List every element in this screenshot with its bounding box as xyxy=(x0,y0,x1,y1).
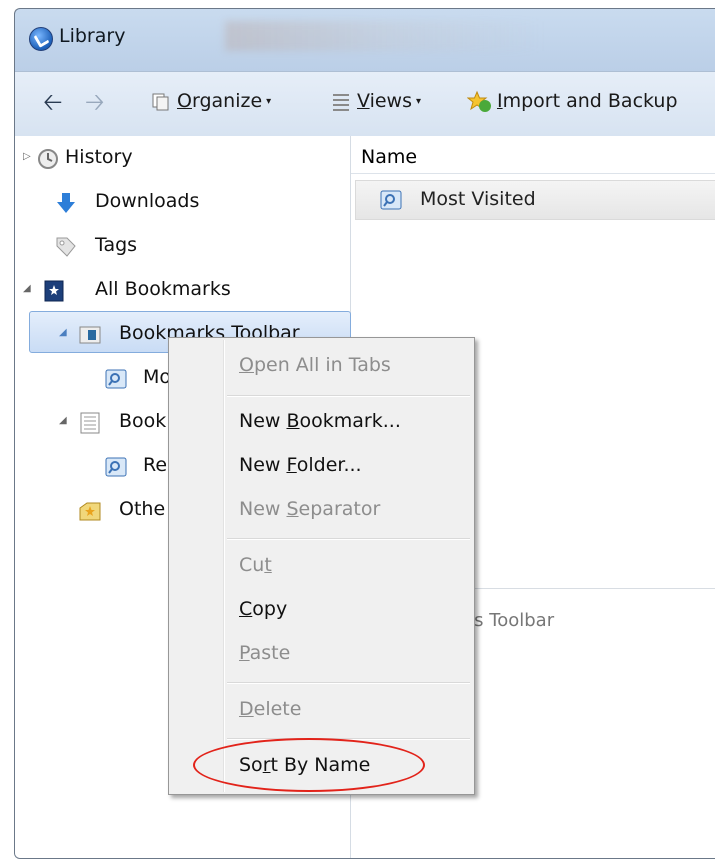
menu-label-key: S xyxy=(286,498,299,520)
back-arrow-icon[interactable]: 🡠 xyxy=(43,90,62,114)
menu-label-pre: New xyxy=(239,498,287,520)
forward-arrow-icon[interactable]: 🡢 xyxy=(85,90,104,114)
views-label: Views xyxy=(357,90,413,112)
toolbar: 🡠 🡢 Organize ▾ Views ▾ Import and Backup xyxy=(15,71,715,137)
sidebar-item-label: History xyxy=(65,146,133,168)
menu-label-key: D xyxy=(239,698,254,720)
bookmarks-icon xyxy=(44,280,64,302)
sidebar-item-label: Re xyxy=(143,454,168,476)
context-menu: Open All in Tabs New Bookmark... New Fol… xyxy=(168,337,475,795)
menu-item-new-folder[interactable]: New Folder... xyxy=(239,454,362,476)
views-icon xyxy=(333,94,349,111)
smart-folder-icon xyxy=(105,369,127,389)
collapse-arrow-icon[interactable]: ◢ xyxy=(23,283,31,294)
annotation-highlight-oval xyxy=(193,738,425,792)
blurred-title-region xyxy=(225,21,545,51)
import-backup-icon xyxy=(467,90,491,112)
menu-label-post: older... xyxy=(296,454,362,476)
other-bookmarks-icon xyxy=(79,502,101,521)
menu-label-post: ookmark... xyxy=(299,410,401,432)
views-dropdown-icon: ▾ xyxy=(416,96,422,107)
views-menu-button[interactable]: Views ▾ xyxy=(357,90,421,112)
sidebar-item-label: Mo xyxy=(143,366,172,388)
column-header-label: Name xyxy=(361,146,418,168)
collapse-arrow-icon[interactable]: ◢ xyxy=(59,327,67,338)
menu-label-key: t xyxy=(264,554,272,576)
menu-label-post: pen All in Tabs xyxy=(253,354,391,376)
menu-label-post: elete xyxy=(253,698,302,720)
menu-separator xyxy=(227,395,470,397)
sidebar-item-label: Tags xyxy=(95,234,138,256)
history-icon xyxy=(38,149,58,169)
window-title: Library xyxy=(59,25,126,47)
list-item-most-visited[interactable]: Most Visited xyxy=(355,180,715,220)
list-item-label: Most Visited xyxy=(420,188,536,210)
downloads-icon xyxy=(57,193,75,213)
menu-gutter xyxy=(223,340,225,792)
title-bar[interactable]: Library xyxy=(15,9,715,71)
expand-arrow-icon[interactable]: ▷ xyxy=(23,151,31,162)
menu-label-post: aste xyxy=(249,642,291,664)
menu-separator xyxy=(227,538,470,540)
organize-menu-button[interactable]: Organize ▾ xyxy=(177,90,271,112)
firefox-library-icon xyxy=(29,27,53,51)
menu-item-copy[interactable]: Copy xyxy=(239,598,287,620)
menu-item-cut[interactable]: Cut xyxy=(239,554,272,576)
menu-item-paste[interactable]: Paste xyxy=(239,642,290,664)
menu-label-post: eparator xyxy=(298,498,381,520)
smart-folder-icon xyxy=(380,190,402,210)
import-backup-button[interactable]: Import and Backup xyxy=(497,90,678,112)
menu-item-open-all-in-tabs[interactable]: Open All in Tabs xyxy=(239,354,391,376)
smart-folder-icon xyxy=(105,457,127,477)
menu-label-key: O xyxy=(239,354,254,376)
sidebar-item-label: Othe xyxy=(119,498,166,520)
menu-folder-icon xyxy=(80,412,100,434)
menu-label-key: B xyxy=(286,410,300,432)
menu-item-new-separator[interactable]: New Separator xyxy=(239,498,380,520)
menu-label-pre: Cu xyxy=(239,554,265,576)
sidebar-item-label: Downloads xyxy=(95,190,200,212)
menu-label-key: C xyxy=(239,598,253,620)
toolbar-folder-icon xyxy=(79,326,101,344)
menu-separator xyxy=(227,682,470,684)
organize-icon xyxy=(152,93,169,111)
organize-dropdown-icon: ▾ xyxy=(266,96,272,107)
collapse-arrow-icon[interactable]: ◢ xyxy=(59,415,67,426)
menu-label-key: P xyxy=(239,642,250,664)
menu-item-new-bookmark[interactable]: New Bookmark... xyxy=(239,410,401,432)
organize-label: Organize xyxy=(177,90,263,112)
column-header-name[interactable]: Name xyxy=(351,136,715,174)
menu-label-pre: New xyxy=(239,410,287,432)
menu-label-post: opy xyxy=(252,598,288,620)
sidebar-item-label: All Bookmarks xyxy=(95,278,231,300)
tag-icon xyxy=(56,237,76,257)
menu-label-pre: New xyxy=(239,454,287,476)
menu-label-key: F xyxy=(286,454,297,476)
sidebar-item-label: Book xyxy=(119,410,167,432)
import-backup-label: mport and Backup xyxy=(502,90,678,112)
menu-item-delete[interactable]: Delete xyxy=(239,698,301,720)
